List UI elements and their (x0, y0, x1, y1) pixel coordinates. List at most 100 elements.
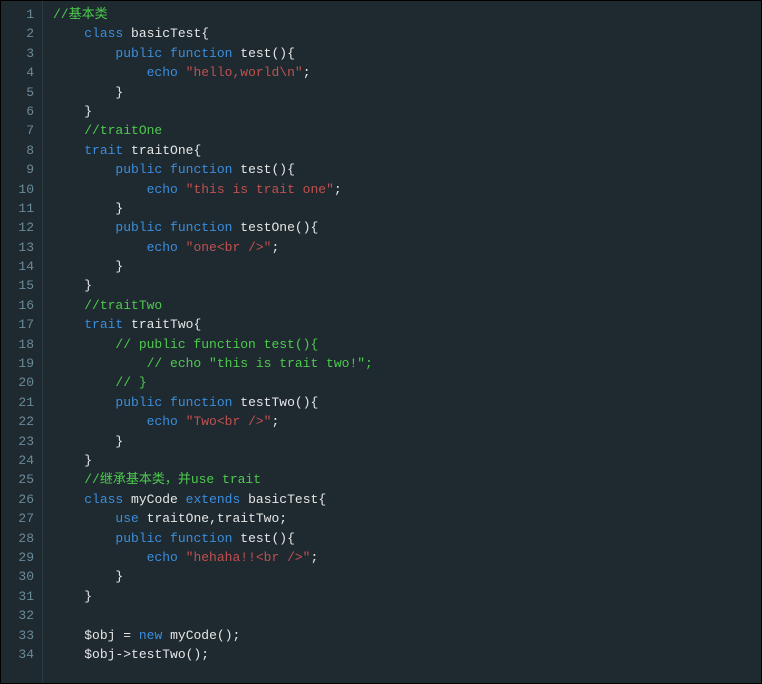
line-number-gutter: 1234567891011121314151617181920212223242… (1, 1, 43, 683)
line-number: 12 (5, 218, 34, 237)
line-number: 23 (5, 432, 34, 451)
code-line[interactable]: echo "one<br />"; (53, 238, 761, 257)
token-plain (53, 240, 147, 255)
code-line[interactable]: $obj->testTwo(); (53, 645, 761, 664)
token-plain (53, 550, 147, 565)
token-plain (162, 395, 170, 410)
line-number: 27 (5, 509, 34, 528)
line-number: 1 (5, 5, 34, 24)
token-plain (123, 26, 131, 41)
code-line[interactable]: public function test(){ (53, 44, 761, 63)
code-line[interactable]: //基本类 (53, 5, 761, 24)
token-comment: // } (115, 375, 146, 390)
token-keyword: function (170, 220, 232, 235)
code-line[interactable]: // echo "this is trait two!"; (53, 354, 761, 373)
token-punc: } (84, 278, 92, 293)
line-number: 17 (5, 315, 34, 334)
code-editor[interactable]: 1234567891011121314151617181920212223242… (1, 1, 761, 683)
line-number: 5 (5, 83, 34, 102)
code-line[interactable]: // public function test(){ (53, 335, 761, 354)
token-func: testOne (240, 220, 295, 235)
token-ident: basicTest (248, 492, 318, 507)
token-string: "hehaha!!<br />" (186, 550, 311, 565)
line-number: 31 (5, 587, 34, 606)
code-line[interactable]: echo "Two<br />"; (53, 412, 761, 431)
line-number: 22 (5, 412, 34, 431)
token-plain (53, 65, 147, 80)
token-plain (53, 375, 115, 390)
token-ident: myCode (131, 492, 178, 507)
code-line[interactable]: public function testTwo(){ (53, 393, 761, 412)
token-plain (53, 511, 115, 526)
code-line[interactable]: trait traitTwo{ (53, 315, 761, 334)
token-plain (53, 647, 84, 662)
token-plain (53, 298, 84, 313)
token-comment: //traitTwo (84, 298, 162, 313)
token-punc: (){ (295, 220, 318, 235)
token-plain (240, 492, 248, 507)
token-punc: } (115, 434, 123, 449)
token-keyword: function (170, 395, 232, 410)
token-plain (53, 531, 115, 546)
token-punc: (); (217, 628, 240, 643)
line-number: 32 (5, 606, 34, 625)
code-line[interactable]: } (53, 83, 761, 102)
code-line[interactable]: echo "this is trait one"; (53, 180, 761, 199)
code-line[interactable]: class myCode extends basicTest{ (53, 490, 761, 509)
token-punc: { (193, 143, 201, 158)
code-line[interactable]: //traitTwo (53, 296, 761, 315)
code-line[interactable]: } (53, 432, 761, 451)
token-var: $obj (84, 628, 115, 643)
token-keyword: echo (147, 414, 178, 429)
token-plain (162, 220, 170, 235)
token-punc: { (318, 492, 326, 507)
line-number: 21 (5, 393, 34, 412)
code-line[interactable]: } (53, 567, 761, 586)
token-plain (53, 143, 84, 158)
line-number: 13 (5, 238, 34, 257)
token-ident: traitOne (147, 511, 209, 526)
token-keyword: public (115, 46, 162, 61)
line-number: 26 (5, 490, 34, 509)
code-line[interactable]: public function test(){ (53, 529, 761, 548)
token-punc: (); (186, 647, 209, 662)
token-plain (53, 278, 84, 293)
token-plain (139, 511, 147, 526)
code-line[interactable]: } (53, 257, 761, 276)
token-comment: //继承基本类，并use trait (84, 472, 261, 487)
code-line[interactable]: //traitOne (53, 121, 761, 140)
code-line[interactable]: // } (53, 373, 761, 392)
token-plain (53, 589, 84, 604)
token-punc: } (115, 201, 123, 216)
code-line[interactable]: public function test(){ (53, 160, 761, 179)
code-line[interactable]: class basicTest{ (53, 24, 761, 43)
token-keyword: echo (147, 182, 178, 197)
token-ident: traitTwo (217, 511, 279, 526)
token-punc: (){ (295, 395, 318, 410)
code-line[interactable]: use traitOne,traitTwo; (53, 509, 761, 528)
token-keyword: function (170, 531, 232, 546)
token-punc: ; (303, 65, 311, 80)
code-line[interactable]: } (53, 587, 761, 606)
code-line[interactable]: } (53, 451, 761, 470)
code-line[interactable]: } (53, 102, 761, 121)
code-area[interactable]: //基本类 class basicTest{ public function t… (43, 1, 761, 683)
token-punc: } (84, 104, 92, 119)
code-line[interactable]: public function testOne(){ (53, 218, 761, 237)
code-line[interactable] (53, 606, 761, 625)
code-line[interactable]: $obj = new myCode(); (53, 626, 761, 645)
code-line[interactable]: trait traitOne{ (53, 141, 761, 160)
token-plain (178, 550, 186, 565)
code-line[interactable]: } (53, 276, 761, 295)
code-line[interactable]: } (53, 199, 761, 218)
token-punc: } (84, 589, 92, 604)
token-punc: ; (334, 182, 342, 197)
code-line[interactable]: //继承基本类，并use trait (53, 470, 761, 489)
token-plain (178, 240, 186, 255)
token-keyword: use (115, 511, 138, 526)
line-number: 11 (5, 199, 34, 218)
code-line[interactable]: echo "hehaha!!<br />"; (53, 548, 761, 567)
code-line[interactable]: echo "hello,world\n"; (53, 63, 761, 82)
line-number: 7 (5, 121, 34, 140)
token-var: $obj (84, 647, 115, 662)
